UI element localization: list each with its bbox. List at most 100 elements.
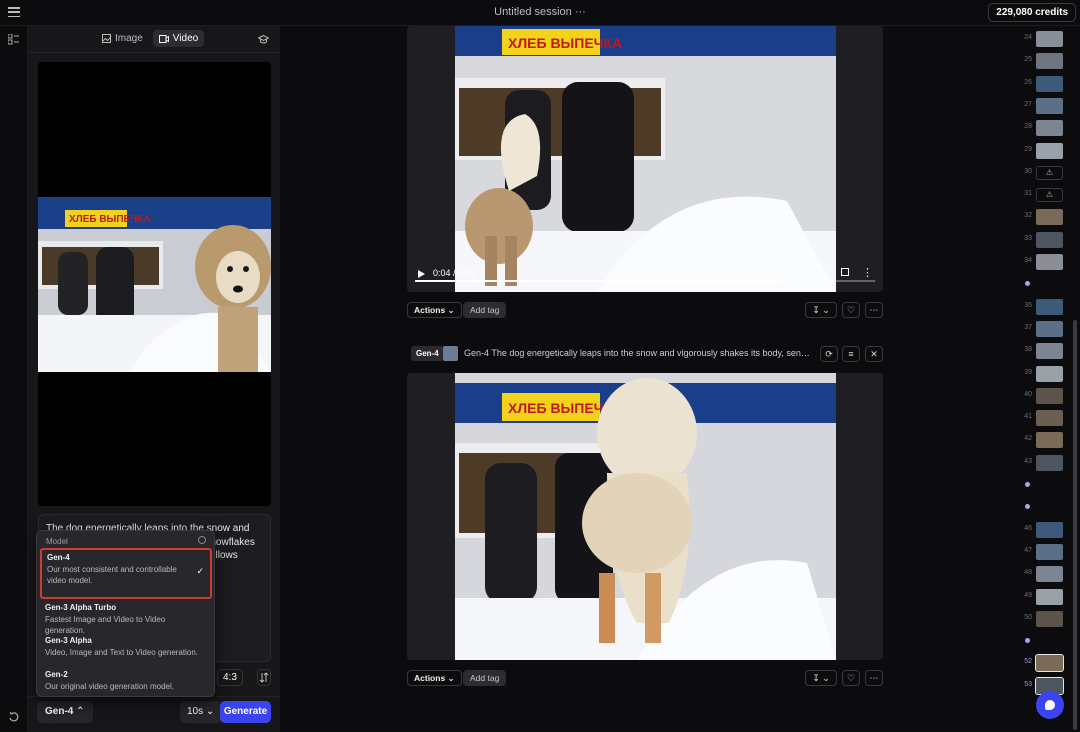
heart-icon: ♡ xyxy=(846,673,856,683)
history-thumbnail[interactable] xyxy=(1036,53,1063,70)
tab-video[interactable]: Video xyxy=(152,30,205,47)
tab-video-label: Video xyxy=(172,33,199,44)
history-thumbnail[interactable] xyxy=(1035,654,1064,673)
more-button[interactable]: ⋯ xyxy=(865,670,883,686)
close-icon: ✕ xyxy=(870,349,878,359)
more-vertical-icon[interactable]: ⋮ xyxy=(862,266,873,279)
tab-image-label: Image xyxy=(115,33,143,44)
video-toolbar-top: Actions ⌄ Add tag ↧ ⌄ ♡ ⋯ xyxy=(407,301,883,319)
model-select[interactable]: Gen-4 ⌃ xyxy=(37,701,93,723)
download-button[interactable]: ↧ ⌄ xyxy=(805,670,837,686)
history-number: 41 xyxy=(1024,413,1032,421)
rerun-button[interactable]: ⟳ xyxy=(820,346,838,362)
favorite-button[interactable]: ♡ xyxy=(842,302,860,318)
video-player-bottom[interactable]: ХЛЕБ ВЫПЕЧКА xyxy=(407,373,883,660)
video-controls: 0:04 / 0:05 ⋮ xyxy=(407,262,883,292)
info-icon[interactable] xyxy=(198,536,206,544)
swap-icon xyxy=(259,672,269,683)
history-thumbnail[interactable] xyxy=(1036,343,1063,360)
model-option-desc: Video, Image and Text to Video generatio… xyxy=(45,648,199,657)
chevron-down-icon: ⌄ xyxy=(205,706,215,717)
history-number: 32 xyxy=(1024,212,1032,220)
history-number: 49 xyxy=(1024,591,1032,599)
input-image-preview[interactable]: ХЛЕБ ВЫПЕЧКА xyxy=(38,62,271,506)
history-thumbnail[interactable] xyxy=(1036,75,1063,92)
actions-button[interactable]: Actions ⌄ xyxy=(407,302,462,318)
model-option-gen-2[interactable]: Gen-2 Our original video generation mode… xyxy=(40,667,212,695)
close-button[interactable]: ✕ xyxy=(865,346,883,362)
history-thumbnail[interactable] xyxy=(1036,588,1063,605)
history-number: 53 xyxy=(1024,680,1032,688)
settings-sliders-button[interactable] xyxy=(257,669,271,686)
history-number: 50 xyxy=(1024,613,1032,621)
history-number: 28 xyxy=(1024,123,1032,131)
aspect-ratio-button[interactable]: 4:3 xyxy=(217,669,243,686)
history-number: 24 xyxy=(1024,34,1032,41)
model-option-gen-4[interactable]: Gen-4 Our most consistent and controllab… xyxy=(40,548,212,599)
warning-icon[interactable]: ⚠ xyxy=(1036,165,1063,180)
credits-badge[interactable]: 229,080 credits xyxy=(988,3,1076,22)
video-time: 0:04 / 0:05 xyxy=(433,268,476,278)
history-thumbnail[interactable] xyxy=(1036,142,1063,159)
mode-toggle: Image Video xyxy=(96,30,205,47)
history-thumbnail[interactable] xyxy=(1036,432,1063,449)
history-thumbnail[interactable] xyxy=(1036,254,1063,270)
duration-select[interactable]: 10s ⌄ xyxy=(180,701,222,723)
history-thumbnail[interactable] xyxy=(1036,231,1063,248)
video-player-top[interactable]: ХЛЕБ ВЫПЕЧКА 0:04 / 0:05 ⋮ xyxy=(407,26,883,292)
history-number: 42 xyxy=(1024,435,1032,443)
generation-prompt[interactable]: Gen-4 The dog energetically leaps into t… xyxy=(464,348,814,358)
generate-button[interactable]: Generate xyxy=(220,701,271,723)
favorite-button[interactable]: ♡ xyxy=(842,670,860,686)
video-still-top: ХЛЕБ ВЫПЕЧКА xyxy=(407,26,883,292)
history-rail: 24 25 26 27 28 29 30 ⚠ 31 ⚠ 32 33 34 36 37 38 39 40 41 42 43… xyxy=(1010,26,1080,732)
history-thumbnail[interactable] xyxy=(1036,298,1063,315)
session-title[interactable]: Untitled session ··· xyxy=(0,6,1080,18)
graduation-cap-icon[interactable] xyxy=(258,35,269,44)
model-select-label: Gen-4 xyxy=(45,706,74,717)
video-progress[interactable] xyxy=(415,280,875,282)
history-scrollbar[interactable] xyxy=(1073,320,1077,730)
more-button[interactable]: ⋯ xyxy=(865,302,883,318)
details-button[interactable]: ≡ xyxy=(842,346,860,362)
model-option-desc: Our most consistent and controllable vid… xyxy=(47,565,177,585)
add-tag-button[interactable]: Add tag xyxy=(463,302,507,318)
history-thumbnail[interactable] xyxy=(1036,543,1063,560)
tab-image[interactable]: Image xyxy=(96,30,149,47)
chat-button[interactable] xyxy=(1036,691,1064,719)
history-thumbnail[interactable] xyxy=(1036,610,1063,627)
model-option-gen-3-alpha[interactable]: Gen-3 Alpha Video, Image and Text to Vid… xyxy=(40,633,212,661)
history-number: 46 xyxy=(1024,524,1032,532)
history-icon[interactable] xyxy=(9,712,19,722)
video-icon xyxy=(158,34,169,43)
video-still-bottom: ХЛЕБ ВЫПЕЧКА xyxy=(407,373,883,660)
history-thumbnail[interactable] xyxy=(1036,209,1063,226)
history-thumbnail[interactable] xyxy=(1036,365,1063,382)
input-image: ХЛЕБ ВЫПЕЧКА xyxy=(38,62,271,506)
history-thumbnail[interactable] xyxy=(1036,31,1063,47)
history-thumbnail[interactable] xyxy=(1036,387,1063,404)
video-toolbar-bottom: Actions ⌄ Add tag ↧ ⌄ ♡ ⋯ xyxy=(407,669,883,687)
chevron-down-icon: ⌄ xyxy=(447,305,455,315)
history-number: 29 xyxy=(1024,145,1032,153)
chevron-down-icon: ⌄ xyxy=(822,305,830,315)
history-thumbnail[interactable] xyxy=(1036,320,1063,337)
warning-icon[interactable]: ⚠ xyxy=(1036,188,1063,203)
history-thumbnail[interactable] xyxy=(1036,454,1063,471)
list-icon[interactable] xyxy=(8,34,19,45)
actions-button[interactable]: Actions ⌄ xyxy=(407,670,462,686)
add-tag-button[interactable]: Add tag xyxy=(463,670,507,686)
play-icon[interactable] xyxy=(418,270,425,278)
history-number: 31 xyxy=(1024,190,1032,198)
history-thumbnail[interactable] xyxy=(1036,566,1063,583)
model-option-title: Gen-3 Alpha Turbo xyxy=(45,603,117,612)
history-thumbnail[interactable] xyxy=(1036,120,1063,137)
fullscreen-icon[interactable] xyxy=(841,268,849,276)
history-thumbnail[interactable] xyxy=(1036,521,1063,538)
more-horizontal-icon: ⋯ xyxy=(869,673,879,683)
history-thumbnail[interactable] xyxy=(1036,97,1063,114)
history-thumbnail[interactable] xyxy=(1036,410,1063,427)
check-icon: ✓ xyxy=(196,566,204,576)
svg-text:ХЛЕБ ВЫПЕЧКА: ХЛЕБ ВЫПЕЧКА xyxy=(508,35,622,51)
download-button[interactable]: ↧ ⌄ xyxy=(805,302,837,318)
